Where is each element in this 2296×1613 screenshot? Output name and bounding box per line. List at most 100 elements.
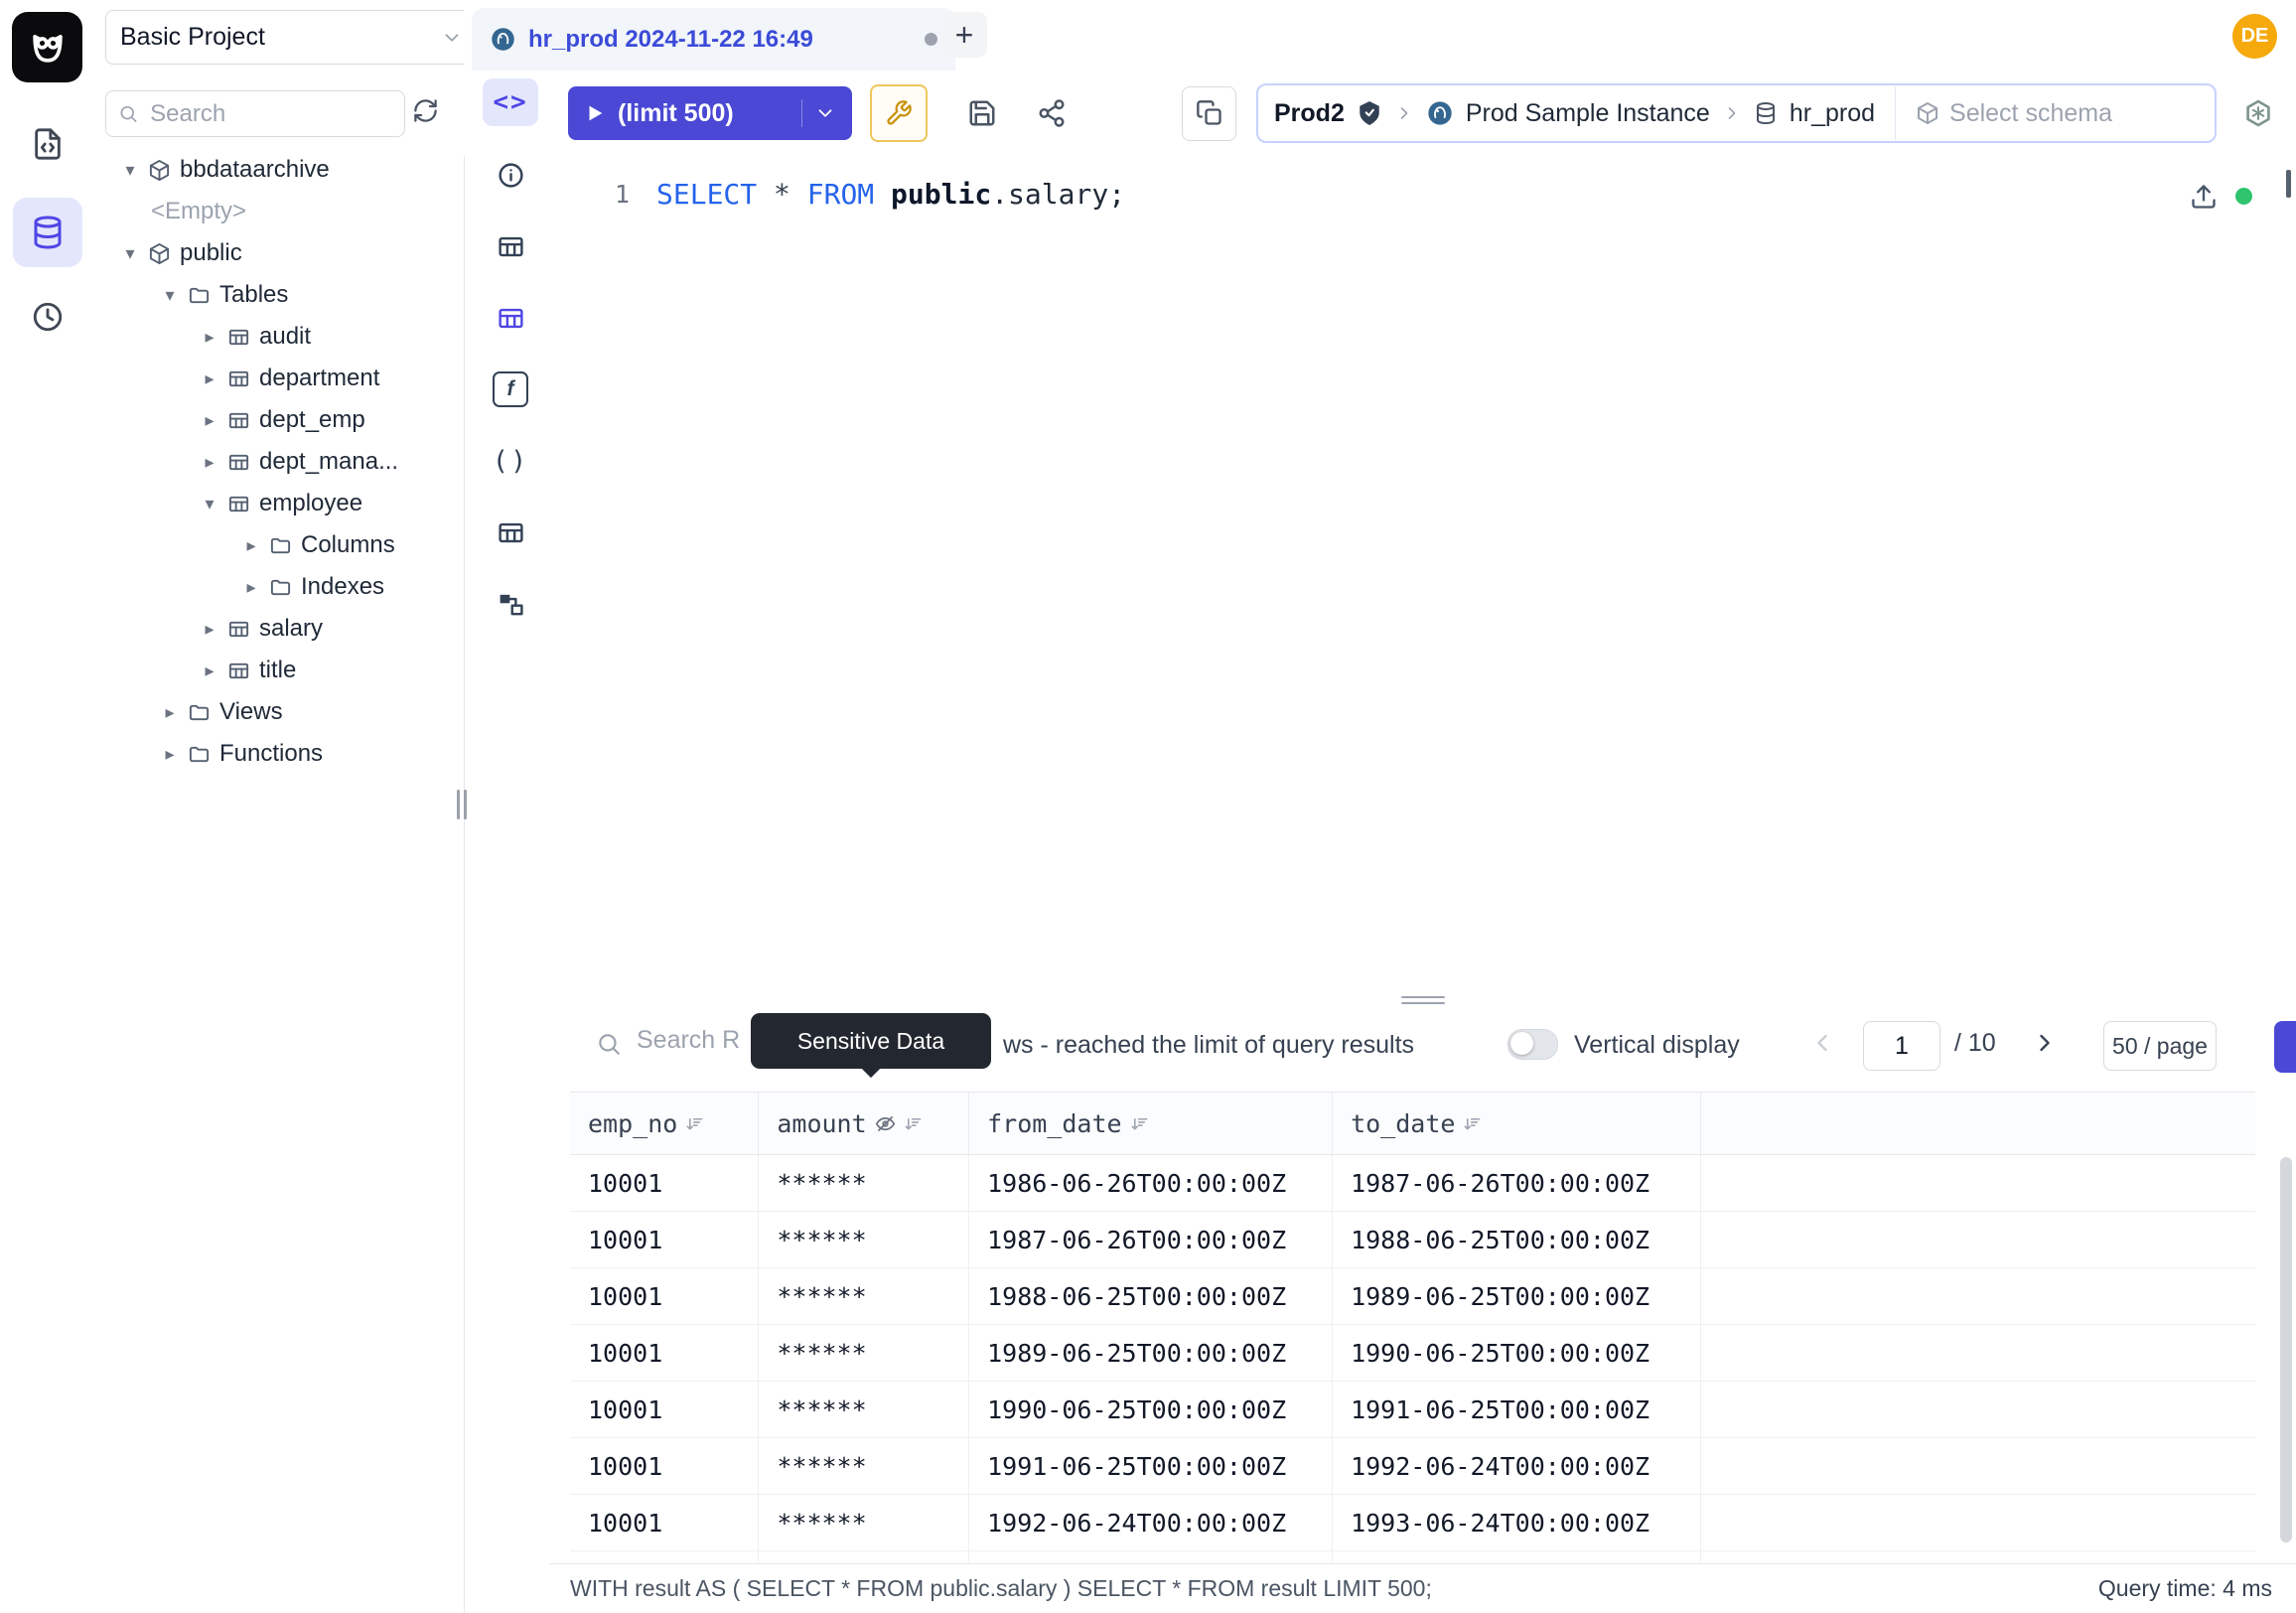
sidebar-search-input[interactable]: [148, 99, 392, 129]
tree-item-bbdataarchive[interactable]: bbdataarchive: [95, 149, 464, 191]
save-button[interactable]: [967, 98, 997, 128]
caret-down-icon[interactable]: [201, 494, 218, 514]
database-label[interactable]: hr_prod: [1790, 99, 1875, 128]
cell-masked[interactable]: ******: [759, 1155, 969, 1212]
refresh-button[interactable]: [412, 97, 439, 124]
cell[interactable]: 1989-06-25T00:00:00Z: [1333, 1268, 1701, 1325]
splitter-handle[interactable]: [549, 993, 2296, 1007]
tree-item-public[interactable]: public: [95, 232, 464, 274]
tree-item-functions[interactable]: Functions: [95, 733, 464, 775]
column-header-emp-no[interactable]: emp_no: [570, 1093, 759, 1154]
cell-masked[interactable]: ******: [759, 1438, 969, 1495]
schema-diagram-button[interactable]: [497, 295, 525, 341]
cell[interactable]: 1987-06-26T00:00:00Z: [1333, 1155, 1701, 1212]
cell-masked[interactable]: ******: [759, 1382, 969, 1438]
tree-item-tables[interactable]: Tables: [95, 274, 464, 316]
caret-right-icon[interactable]: [201, 452, 218, 473]
tree-item-audit[interactable]: audit: [95, 316, 464, 358]
chevron-down-icon[interactable]: [814, 102, 836, 124]
worksheet-tab[interactable]: hr_prod 2024-11-22 16:49: [472, 8, 955, 71]
prev-page-button[interactable]: [1808, 1029, 1836, 1057]
cell[interactable]: 10001: [570, 1268, 759, 1325]
cell[interactable]: 10001: [570, 1495, 759, 1551]
caret-down-icon[interactable]: [121, 243, 139, 264]
cell-masked[interactable]: ******: [759, 1268, 969, 1325]
code-line[interactable]: SELECT * FROM public.salary;: [656, 178, 1125, 211]
caret-right-icon[interactable]: [242, 535, 260, 556]
sidebar-resize-handle[interactable]: [457, 790, 469, 819]
cell[interactable]: 1991-06-25T00:00:00Z: [1333, 1382, 1701, 1438]
copy-connection-button[interactable]: [1182, 86, 1236, 141]
cell[interactable]: 1992-06-24T00:00:00Z: [1333, 1438, 1701, 1495]
caret-right-icon[interactable]: [161, 744, 179, 765]
cell[interactable]: 1989-06-25T00:00:00Z: [969, 1325, 1333, 1382]
tree-item-salary[interactable]: salary: [95, 608, 464, 650]
caret-right-icon[interactable]: [201, 410, 218, 431]
cell[interactable]: 1993-06-24T00:00:00Z: [1333, 1495, 1701, 1551]
tree-item-indexes[interactable]: Indexes: [95, 566, 464, 608]
procedures-panel-button[interactable]: (): [493, 438, 529, 484]
column-header-to-date[interactable]: to_date: [1333, 1093, 1701, 1154]
grid-scrollbar[interactable]: [2280, 1157, 2292, 1542]
admin-wrench-button[interactable]: [870, 84, 928, 142]
project-select[interactable]: Basic Project: [105, 10, 478, 65]
panel-expand-button[interactable]: [2274, 1021, 2296, 1073]
cell[interactable]: 1990-06-25T00:00:00Z: [969, 1382, 1333, 1438]
cell[interactable]: 10001: [570, 1212, 759, 1268]
external-tables-button[interactable]: [497, 510, 525, 555]
cell[interactable]: 1991-06-25T00:00:00Z: [969, 1438, 1333, 1495]
sort-icon[interactable]: [904, 1114, 923, 1133]
page-size-select[interactable]: 50 / page: [2103, 1021, 2217, 1071]
sort-icon[interactable]: [1463, 1114, 1482, 1133]
page-number-input[interactable]: 1: [1863, 1021, 1940, 1071]
tree-item-columns[interactable]: Columns: [95, 524, 464, 566]
cell-masked[interactable]: ******: [759, 1325, 969, 1382]
caret-right-icon[interactable]: [201, 619, 218, 640]
tree-item-title[interactable]: title: [95, 650, 464, 691]
caret-down-icon[interactable]: [121, 160, 139, 181]
new-tab-button[interactable]: +: [941, 12, 987, 58]
cell[interactable]: 10001: [570, 1438, 759, 1495]
next-page-button[interactable]: [2031, 1029, 2059, 1057]
rail-history-button[interactable]: [0, 300, 95, 334]
tree-item-dept-manager[interactable]: dept_mana...: [95, 441, 464, 483]
tables-panel-button[interactable]: [497, 223, 525, 269]
cell[interactable]: 1986-06-26T00:00:00Z: [969, 1155, 1333, 1212]
ai-assistant-button[interactable]: [2242, 97, 2274, 129]
vertical-display-toggle[interactable]: [1507, 1029, 1558, 1060]
tree-item-views[interactable]: Views: [95, 691, 464, 733]
tree-item-employee[interactable]: employee: [95, 483, 464, 524]
caret-right-icon[interactable]: [201, 660, 218, 681]
functions-panel-button[interactable]: f: [493, 367, 528, 412]
export-button[interactable]: [2190, 183, 2218, 211]
caret-right-icon[interactable]: [201, 368, 218, 389]
rail-worksheet-button[interactable]: [0, 127, 95, 161]
cell[interactable]: 10001: [570, 1382, 759, 1438]
caret-right-icon[interactable]: [242, 577, 260, 598]
editor-scrollbar[interactable]: [2286, 170, 2291, 198]
caret-right-icon[interactable]: [201, 327, 218, 348]
app-logo[interactable]: [12, 12, 82, 82]
tree-item-department[interactable]: department: [95, 358, 464, 399]
rail-database-button[interactable]: [13, 198, 82, 267]
cell[interactable]: 1988-06-25T00:00:00Z: [1333, 1212, 1701, 1268]
cell[interactable]: 1990-06-25T00:00:00Z: [1333, 1325, 1701, 1382]
column-header-amount[interactable]: amount: [759, 1093, 969, 1154]
sort-icon[interactable]: [1130, 1114, 1149, 1133]
run-query-button[interactable]: (limit 500): [568, 86, 852, 140]
environment-label[interactable]: Prod2: [1274, 99, 1345, 128]
sql-editor[interactable]: 1 SELECT * FROM public.salary;: [549, 156, 2296, 993]
share-button[interactable]: [1037, 98, 1067, 128]
caret-down-icon[interactable]: [161, 285, 179, 306]
cell[interactable]: 10001: [570, 1325, 759, 1382]
info-button[interactable]: [497, 152, 525, 198]
avatar[interactable]: DE: [2232, 14, 2277, 59]
tree-item-dept-emp[interactable]: dept_emp: [95, 399, 464, 441]
instance-label[interactable]: Prod Sample Instance: [1466, 99, 1710, 128]
cell-masked[interactable]: ******: [759, 1495, 969, 1551]
cell[interactable]: 10001: [570, 1155, 759, 1212]
caret-right-icon[interactable]: [161, 702, 179, 723]
eye-off-icon[interactable]: [875, 1113, 896, 1134]
cell[interactable]: 1987-06-26T00:00:00Z: [969, 1212, 1333, 1268]
sort-icon[interactable]: [685, 1114, 704, 1133]
